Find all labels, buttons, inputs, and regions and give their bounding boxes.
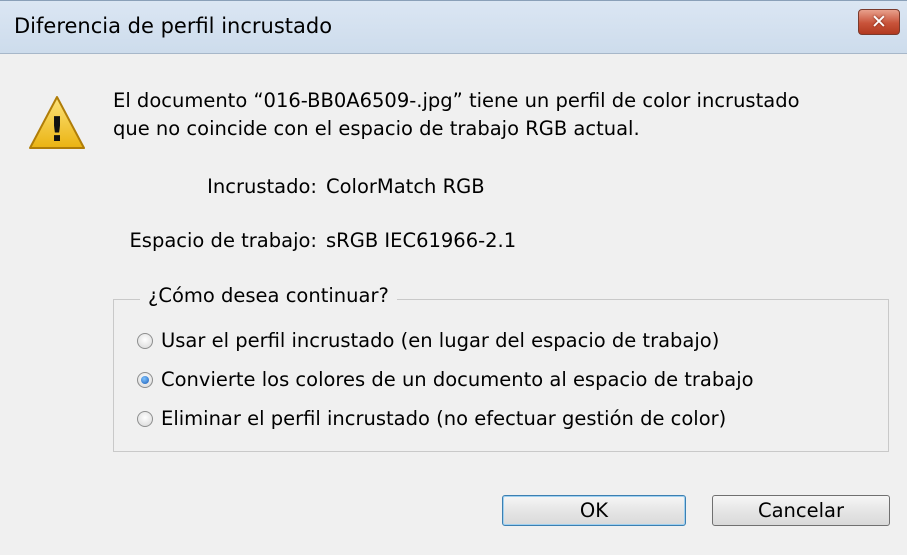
close-button[interactable]: ✕ xyxy=(858,9,900,35)
title-bar[interactable]: Diferencia de perfil incrustado ✕ xyxy=(0,1,907,54)
message-line-2: que no coincide con el espacio de trabaj… xyxy=(113,117,640,140)
radio-label: Eliminar el perfil incrustado (no efectu… xyxy=(161,407,727,430)
radio-use-embedded[interactable]: Usar el perfil incrustado (en lugar del … xyxy=(137,329,719,352)
radio-label: Usar el perfil incrustado (en lugar del … xyxy=(161,329,720,352)
warning-glyph: ! xyxy=(49,110,65,150)
workspace-label: Espacio de trabajo: xyxy=(129,229,317,252)
warning-icon: ! xyxy=(29,96,85,150)
ok-button[interactable]: OK xyxy=(502,495,686,526)
cancel-button[interactable]: Cancelar xyxy=(712,495,890,526)
message-text: El documento “016-BB0A6509-.jpg” tiene u… xyxy=(113,87,800,143)
radio-button[interactable] xyxy=(137,332,153,349)
dialog-title: Diferencia de perfil incrustado xyxy=(14,14,333,38)
workspace-value: sRGB IEC61966-2.1 xyxy=(326,229,517,252)
embedded-value: ColorMatch RGB xyxy=(326,175,485,198)
close-icon: ✕ xyxy=(871,10,887,33)
radio-button[interactable] xyxy=(137,410,153,427)
embedded-label: Incrustado: xyxy=(207,175,317,198)
radio-label: Convierte los colores de un documento al… xyxy=(161,368,754,391)
options-legend: ¿Cómo desea continuar? xyxy=(140,284,397,307)
message-line-1: El documento “016-BB0A6509-.jpg” tiene u… xyxy=(113,89,800,112)
radio-button-selected[interactable] xyxy=(137,371,153,388)
radio-convert-colors[interactable]: Convierte los colores de un documento al… xyxy=(137,368,754,391)
dialog-window: Diferencia de perfil incrustado ✕ ! El d… xyxy=(0,0,907,555)
radio-discard-embedded[interactable]: Eliminar el perfil incrustado (no efectu… xyxy=(137,407,726,430)
